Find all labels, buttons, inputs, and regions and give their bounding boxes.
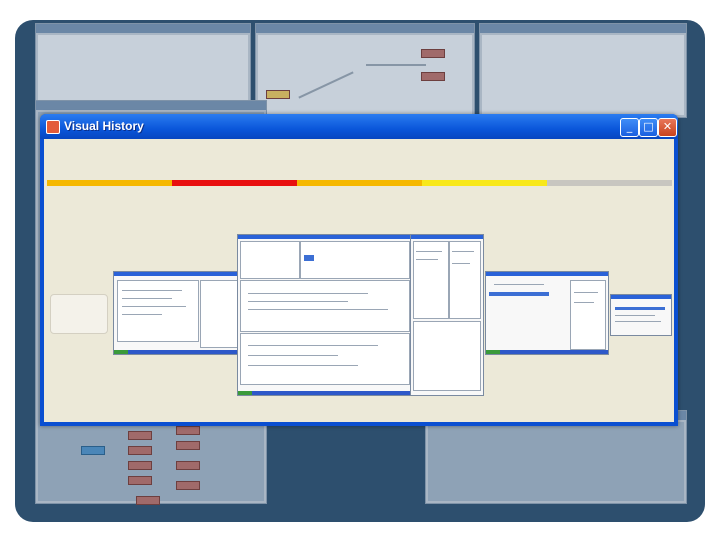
history-thumbnail-2[interactable] [237, 234, 413, 396]
history-thumbnail-3[interactable] [410, 234, 484, 396]
background-window-top-center [255, 23, 475, 118]
java-app-icon [46, 120, 60, 134]
window-title: Visual History [64, 119, 144, 133]
timeline-segment[interactable] [547, 180, 672, 186]
maximize-button[interactable]: □ [639, 118, 658, 137]
timeline-segment[interactable] [422, 180, 547, 186]
timeline-segment[interactable] [172, 180, 297, 186]
history-panel [44, 139, 674, 422]
title-bar[interactable]: Visual History _ □ ✕ [40, 114, 678, 139]
timeline-bar[interactable] [47, 180, 672, 186]
history-thumbnail-4[interactable] [485, 271, 609, 355]
history-thumbnail-5[interactable] [610, 294, 672, 336]
close-button[interactable]: ✕ [658, 118, 677, 137]
minimize-button[interactable]: _ [620, 118, 639, 137]
visual-history-window: Visual History _ □ ✕ [40, 114, 678, 426]
history-thumbnail-empty[interactable] [50, 294, 108, 334]
background-window-top-right [479, 23, 687, 118]
timeline-segment[interactable] [297, 180, 422, 186]
timeline-segment[interactable] [47, 180, 172, 186]
history-thumbnail-1[interactable] [113, 271, 241, 355]
